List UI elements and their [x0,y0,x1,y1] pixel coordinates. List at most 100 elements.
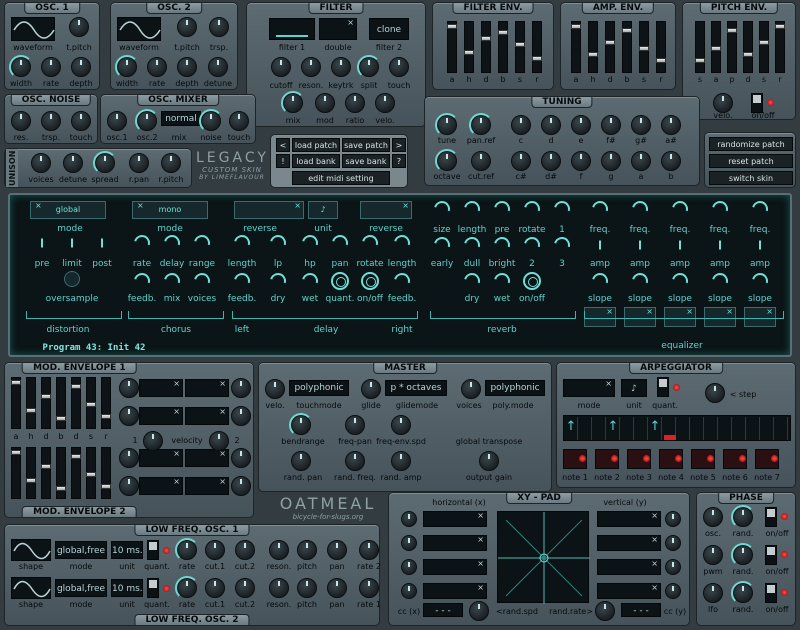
filter-touch-knob[interactable] [389,57,409,77]
fx-reverb-row1-1-control[interactable] [461,198,483,220]
fx-eq-0-amp-control[interactable] [599,240,601,250]
mod-env2-amt-0-knob[interactable] [231,448,251,468]
switch-skin-button[interactable]: switch skin [709,171,793,185]
mod-env2-dest-1-b[interactable]: × [185,477,229,495]
filter-mix-knob[interactable] [281,91,305,115]
mod-env1-slider-1-handle[interactable] [26,408,36,413]
keytrk-knob[interactable] [331,57,351,77]
filter-env-slider-1-handle[interactable] [464,50,474,55]
arp-step-grid[interactable]: ↑ ↑ ↑ [563,415,791,441]
mod-env1-dest-1-b[interactable]: × [185,407,229,425]
lfo2-6-knob[interactable] [235,578,255,598]
mod-env2-slider-2-handle[interactable] [41,464,51,469]
bang-button[interactable]: ! [276,154,290,168]
phase-2-onoff-toggle[interactable] [765,583,777,603]
mod-env1-slider-3-handle[interactable] [56,416,66,421]
tuning-9-knob[interactable] [471,151,491,171]
mod-env2-slider-3[interactable] [56,447,66,499]
xy-y-2-dest[interactable]: × [597,559,661,575]
fx-row1-9-control[interactable] [329,232,351,254]
tuning-0-knob[interactable] [435,113,459,137]
fx-row1-2-control[interactable] [101,238,103,248]
tuning-5-knob[interactable] [601,115,621,135]
glidemode-select[interactable]: p * octaves [385,380,447,396]
freq-pan-knob[interactable] [345,415,365,435]
tuning-14-knob[interactable] [631,151,651,171]
mod-env2-dest-1-b-clear-icon[interactable]: × [219,478,226,489]
osc1-width-knob[interactable] [9,55,33,79]
mod-env1-dest-1-a[interactable]: × [139,407,183,425]
filter-env-slider-0[interactable] [447,21,457,73]
unison-detune-knob[interactable] [63,153,83,173]
lfo1-7-knob[interactable] [269,540,289,560]
tuning-15-knob[interactable] [661,151,681,171]
fx-eq-0-freq-control[interactable] [589,198,611,220]
fx-reverse2-select[interactable]: × [360,201,412,219]
fx-reverse-select[interactable]: × [234,201,304,219]
xy-x-0-dest[interactable]: × [423,511,487,527]
tuning-2-knob[interactable] [511,115,531,135]
tuning-4-knob[interactable] [571,115,591,135]
tuning-12-knob[interactable] [571,151,591,171]
tuning-1-knob[interactable] [469,113,493,137]
mod-env2-slider-6[interactable] [101,447,111,499]
fx-reverb-row2-3-control[interactable] [521,234,543,256]
filter-env-slider-5-handle[interactable] [532,56,542,61]
fx-eq-3-amp-control[interactable] [719,240,721,250]
mixer-osc1-knob[interactable] [107,111,127,131]
next-patch-button[interactable]: > [392,138,406,152]
rand-rate-knob[interactable] [595,601,615,621]
mod-env2-slider-0-handle[interactable] [11,450,21,455]
xy-y-0-knob[interactable] [665,511,681,527]
mod-env1-dest-1-a-clear-icon[interactable]: × [173,408,180,419]
lfo1-4-knob[interactable] [175,538,199,562]
unison-rpitch-knob[interactable] [161,153,181,173]
load-bank-button[interactable]: load bank [292,154,340,168]
noise-touch-knob[interactable] [71,111,91,131]
fx-row1-8-control[interactable] [299,232,321,254]
fx-eq-3-freq-control[interactable] [709,198,731,220]
arp-step-11[interactable] [719,417,732,440]
arp-step-14[interactable] [761,417,774,440]
tuning-13-knob[interactable] [601,151,621,171]
lfo1-unit-select[interactable]: 10 ms. [111,541,143,559]
pitch-env-slider-0[interactable] [695,21,705,73]
osc1-rate-knob[interactable] [41,57,61,77]
xy-y-0-clear-icon[interactable]: × [651,512,658,523]
rand-amp-knob[interactable] [391,451,411,471]
mod-env2-slider-4-handle[interactable] [71,454,81,459]
mod-env1-amt-1-knob[interactable] [231,406,251,426]
xy-x-2-dest[interactable]: × [423,559,487,575]
lfo2-8-knob[interactable] [297,578,317,598]
double-select[interactable]: × [319,18,357,40]
fx-row1-10-control[interactable] [359,232,381,254]
osc2-rate-knob[interactable] [147,57,167,77]
osc2-trsp-knob[interactable] [209,17,229,37]
lfo2-10-knob[interactable] [359,578,379,598]
lfo2-9-knob[interactable] [327,578,347,598]
help-button[interactable]: ? [392,154,406,168]
filter-env-slider-3-handle[interactable] [498,30,508,35]
pitch-env-slider-4-handle[interactable] [759,40,769,45]
filter-env-slider-3[interactable] [498,21,508,73]
osc2-tpitch-knob[interactable] [177,17,197,37]
glide-knob[interactable] [361,379,381,399]
tuning-11-knob[interactable] [541,151,561,171]
fx-eq-1-amp-control[interactable] [639,240,641,250]
output-gain-knob[interactable] [479,451,499,471]
fx-row2-5-control[interactable] [267,270,289,292]
fx-row2-7-control[interactable] [331,272,349,290]
fx-eq-1-freq-control[interactable] [629,198,651,220]
mod-env2-dest-1-a[interactable]: × [139,477,183,495]
arp-step-9[interactable] [691,417,704,440]
mod-env1-dest-0-b-clear-icon[interactable]: × [219,380,226,391]
arp-unit-select[interactable]: ♪ [621,379,647,397]
xy-x-2-clear-icon[interactable]: × [477,560,484,571]
mixer-touch-knob[interactable] [229,111,249,131]
fx-reverb-row1-0-control[interactable] [431,198,453,220]
filter-env-slider-1[interactable] [464,21,474,73]
xy-y-3-clear-icon[interactable]: × [651,584,658,595]
fx-row2-3-control[interactable] [191,270,213,292]
mixer-mode-select[interactable]: normal [161,111,201,126]
arp-step-6[interactable]: ↑ [649,417,662,440]
